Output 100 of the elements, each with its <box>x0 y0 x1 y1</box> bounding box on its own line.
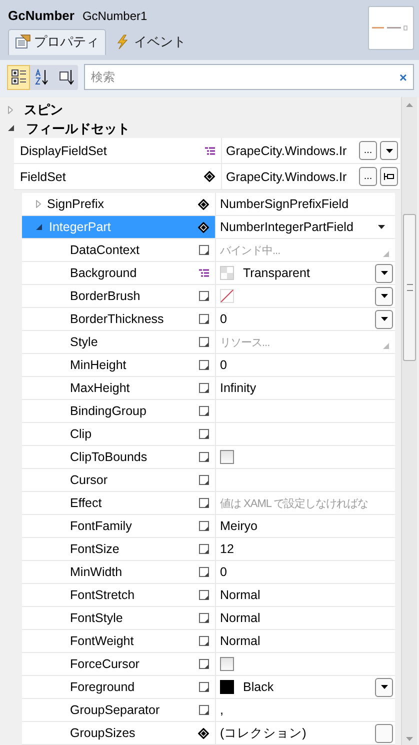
value-field[interactable]: Black <box>243 680 274 694</box>
property-row[interactable]: IntegerPart NumberIntegerPartField <box>22 216 395 239</box>
value-field[interactable]: , <box>220 703 224 717</box>
property-row[interactable]: Cursor <box>22 469 395 492</box>
square-marker-icon[interactable] <box>199 659 209 669</box>
square-marker-icon[interactable] <box>199 521 209 531</box>
square-marker-icon[interactable] <box>199 682 209 692</box>
value-field[interactable]: NumberSignPrefixField <box>220 197 349 211</box>
property-row[interactable]: FontStretch Normal <box>22 584 395 607</box>
clear-search-button[interactable]: × <box>399 70 407 84</box>
value-field[interactable]: Infinity <box>220 381 256 395</box>
square-marker-icon[interactable] <box>199 314 209 324</box>
tab[interactable]: イベント <box>108 29 193 55</box>
square-marker-icon[interactable] <box>199 475 209 485</box>
square-marker-icon[interactable] <box>199 360 209 370</box>
value-field[interactable]: Normal <box>220 611 260 625</box>
square-marker-icon[interactable] <box>199 498 209 508</box>
resize-grip-icon[interactable] <box>383 251 389 257</box>
category-header[interactable]: スピン <box>24 100 63 118</box>
diamond-marker-icon[interactable] <box>198 728 209 738</box>
property-row[interactable]: DisplayFieldSet GrapeCity.Windows.Ir ... <box>14 138 400 164</box>
resize-grip-icon[interactable] <box>383 343 389 349</box>
diamond-marker-icon[interactable] <box>198 222 209 232</box>
property-row[interactable]: Background Transparent <box>22 262 395 285</box>
resource-marker-icon[interactable] <box>205 146 215 154</box>
property-row[interactable]: FontSize 12 <box>22 538 395 561</box>
caret-icon <box>380 294 388 298</box>
property-row[interactable]: Foreground Black <box>22 676 395 699</box>
square-marker-icon[interactable] <box>199 613 209 623</box>
property-row[interactable]: MinHeight 0 <box>22 354 395 377</box>
category-header[interactable]: フィールドセット <box>26 120 130 138</box>
categorized-view-button[interactable] <box>7 64 30 90</box>
diamond-marker-icon[interactable] <box>198 198 209 210</box>
square-marker-icon[interactable] <box>199 383 209 393</box>
pin-button[interactable] <box>380 167 398 186</box>
collapse-arrow-icon[interactable] <box>8 125 15 132</box>
value-field[interactable]: NumberIntegerPartField <box>220 220 354 234</box>
property-row[interactable]: SignPrefix NumberSignPrefixField <box>22 193 395 216</box>
diamond-marker-icon[interactable] <box>204 171 215 182</box>
square-marker-icon[interactable] <box>199 245 209 255</box>
color-swatch[interactable] <box>220 680 234 694</box>
checkbox[interactable] <box>220 657 234 671</box>
square-marker-icon[interactable] <box>199 705 209 715</box>
property-row[interactable]: FontWeight Normal <box>22 630 395 653</box>
property-name: BorderThickness <box>70 312 165 326</box>
dropdown-button[interactable] <box>380 141 398 160</box>
checkbox[interactable] <box>220 450 234 464</box>
value-field[interactable]: (コレクション) <box>220 724 306 742</box>
property-row[interactable]: GroupSizes (コレクション) <box>22 722 395 745</box>
square-marker-icon[interactable] <box>199 452 209 462</box>
property-row[interactable]: GroupSeparator , <box>22 699 395 722</box>
value-field[interactable]: GrapeCity.Windows.Ir <box>226 144 347 158</box>
dropdown-button[interactable] <box>375 264 393 282</box>
property-row[interactable]: Style リソース... <box>22 331 395 354</box>
value-field[interactable]: 0 <box>220 312 227 326</box>
value-field[interactable]: 0 <box>220 565 227 579</box>
property-row[interactable]: FieldSet GrapeCity.Windows.Ir ... <box>14 164 400 190</box>
dropdown-button[interactable] <box>375 310 393 328</box>
property-row[interactable]: ClipToBounds <box>22 446 395 469</box>
scrollbar-thumb[interactable] <box>403 214 416 361</box>
square-marker-icon[interactable] <box>199 291 209 301</box>
property-row[interactable]: MaxHeight Infinity <box>22 377 395 400</box>
dropdown-button[interactable] <box>375 286 393 306</box>
square-marker-icon[interactable] <box>199 590 209 600</box>
property-row[interactable]: MinWidth 0 <box>22 561 395 584</box>
value-field[interactable]: Meiryo <box>220 519 258 533</box>
editor-button[interactable] <box>375 724 393 742</box>
collapse-arrow-icon[interactable] <box>36 224 43 230</box>
square-marker-icon[interactable] <box>199 544 209 554</box>
square-marker-icon[interactable] <box>199 567 209 577</box>
property-row[interactable]: BorderBrush <box>22 285 395 308</box>
square-marker-icon[interactable] <box>199 636 209 646</box>
empty-swatch-icon[interactable] <box>220 289 234 303</box>
property-row[interactable]: DataContext バインド中... <box>22 239 395 262</box>
dropdown-caret-icon[interactable] <box>378 225 385 229</box>
ellipsis-button[interactable]: ... <box>359 141 377 160</box>
square-marker-icon[interactable] <box>199 429 209 439</box>
property-row[interactable]: FontFamily Meiryo <box>22 515 395 538</box>
value-field[interactable]: 0 <box>220 358 227 372</box>
property-row[interactable]: BindingGroup <box>22 400 395 423</box>
dropdown-button[interactable] <box>375 678 393 696</box>
search-field[interactable]: 検索 × <box>84 64 414 90</box>
square-marker-icon[interactable] <box>199 406 209 416</box>
resource-marker-icon[interactable] <box>199 269 209 277</box>
value-field[interactable]: Normal <box>220 634 260 648</box>
property-row[interactable]: BorderThickness 0 <box>22 308 395 331</box>
scrollbar[interactable] <box>401 97 417 745</box>
value-field[interactable]: Transparent <box>243 266 310 280</box>
value-field[interactable]: GrapeCity.Windows.Ir <box>226 170 347 184</box>
property-name: MinWidth <box>70 565 124 579</box>
value-field[interactable]: 12 <box>220 542 234 556</box>
property-row[interactable]: ForceCursor <box>22 653 395 676</box>
transparent-swatch-icon[interactable] <box>220 266 234 280</box>
ellipsis-button[interactable]: ... <box>359 167 377 186</box>
property-row[interactable]: FontStyle Normal <box>22 607 395 630</box>
property-row[interactable]: Effect 値は XAML で設定しなければな <box>22 492 395 515</box>
value-field[interactable]: Normal <box>220 588 260 602</box>
property-row[interactable]: Clip <box>22 423 395 446</box>
square-marker-icon[interactable] <box>199 337 209 347</box>
tab[interactable]: プロパティ <box>8 29 106 55</box>
